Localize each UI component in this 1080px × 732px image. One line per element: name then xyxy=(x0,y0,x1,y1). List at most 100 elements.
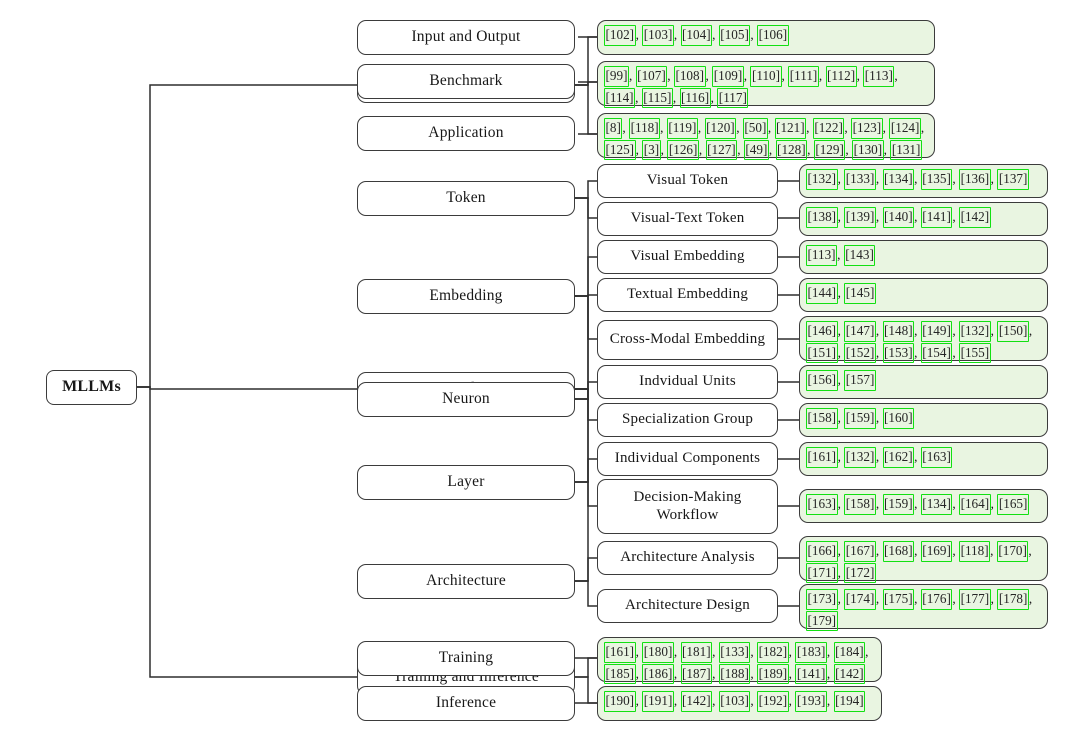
citation-ref[interactable]: [150] xyxy=(997,321,1029,342)
citation-ref[interactable]: [8] xyxy=(604,118,623,139)
citation-ref[interactable]: [156] xyxy=(806,370,838,391)
node-textual-embedding[interactable]: Textual Embedding xyxy=(597,278,778,312)
citation-ref[interactable]: [102] xyxy=(604,25,636,46)
node-architecture-analysis[interactable]: Architecture Analysis xyxy=(597,541,778,575)
citation-ref[interactable]: [130] xyxy=(852,139,884,161)
citation-ref[interactable]: [188] xyxy=(718,663,751,685)
node-layer[interactable]: Layer xyxy=(357,465,575,500)
citation-ref[interactable]: [168] xyxy=(882,541,915,562)
citation-ref[interactable]: [171] xyxy=(806,562,838,584)
citation-ref[interactable]: [142] xyxy=(680,691,713,712)
citations-architecture-design[interactable]: [173], [174], [175], [176], [177], [178], [179… xyxy=(799,584,1048,632)
citation-ref[interactable]: [145] xyxy=(844,283,876,304)
citation-ref[interactable]: [155] xyxy=(959,342,991,364)
citations-visual-text-token[interactable]: [138], [139], [140], [141], [142] xyxy=(799,202,1048,236)
citation-ref[interactable]: [165] xyxy=(997,494,1029,515)
citation-ref[interactable]: [139] xyxy=(844,207,876,228)
citation-ref[interactable]: [137] xyxy=(997,169,1029,190)
citation-ref[interactable]: [185] xyxy=(604,663,636,685)
citation-ref[interactable]: [132] xyxy=(844,447,876,468)
citation-ref[interactable]: [152] xyxy=(844,342,876,364)
citation-ref[interactable]: [158] xyxy=(844,494,876,515)
citation-ref[interactable]: [157] xyxy=(844,370,876,391)
node-visual-embedding[interactable]: Visual Embedding xyxy=(597,240,778,274)
citation-ref[interactable]: [153] xyxy=(882,342,915,364)
node-specialization-group[interactable]: Specialization Group xyxy=(597,403,778,437)
citation-ref[interactable]: [163] xyxy=(920,447,953,468)
citation-ref[interactable]: [178] xyxy=(997,589,1029,610)
node-individual-components[interactable]: Individual Components xyxy=(597,442,778,476)
citation-ref[interactable]: [103] xyxy=(718,691,751,712)
citations-specialization-group[interactable]: [158], [159], [160] xyxy=(799,403,1048,437)
citation-ref[interactable]: [133] xyxy=(718,642,751,663)
citation-ref[interactable]: [124] xyxy=(889,118,921,139)
citation-ref[interactable]: [179] xyxy=(806,610,838,632)
citations-architecture-analysis[interactable]: [166], [167], [168], [169], [118], [170], [171… xyxy=(799,536,1048,584)
citation-ref[interactable]: [149] xyxy=(920,321,953,342)
citation-ref[interactable]: [134] xyxy=(882,169,915,190)
node-application[interactable]: Application xyxy=(357,116,575,151)
citations-inference[interactable]: [190], [191], [142], [103], [192], [193], [194… xyxy=(597,686,882,721)
citation-ref[interactable]: [162] xyxy=(882,447,915,468)
citation-ref[interactable]: [132] xyxy=(806,169,838,190)
citation-ref[interactable]: [142] xyxy=(833,663,866,685)
citation-ref[interactable]: [167] xyxy=(844,541,876,562)
citations-visual-embedding[interactable]: [113], [143] xyxy=(799,240,1048,274)
node-decision-making-workflow[interactable]: Decision-Making Workflow xyxy=(597,479,778,534)
node-architecture[interactable]: Architecture xyxy=(357,564,575,599)
node-visual-text-token[interactable]: Visual-Text Token xyxy=(597,202,778,236)
citations-visual-token[interactable]: [132], [133], [134], [135], [136], [137] xyxy=(799,164,1048,198)
citation-ref[interactable]: [177] xyxy=(959,589,991,610)
citation-ref[interactable]: [3] xyxy=(642,139,661,161)
citations-cross-modal-embedding[interactable]: [146], [147], [148], [149], [132], [150], [151… xyxy=(799,316,1048,364)
citations-application[interactable]: [8], [118], [119], [120], [50], [121], [122],[… xyxy=(597,113,935,161)
citation-ref[interactable]: [173] xyxy=(806,589,838,610)
citation-ref[interactable]: [115] xyxy=(641,87,673,109)
citation-ref[interactable]: [143] xyxy=(843,245,876,266)
citation-ref[interactable]: [193] xyxy=(795,691,827,712)
node-input-and-output[interactable]: Input and Output xyxy=(357,20,575,55)
citation-ref[interactable]: [172] xyxy=(844,562,876,584)
citation-ref[interactable]: [121] xyxy=(774,118,807,139)
citations-individual-components[interactable]: [161], [132], [162], [163] xyxy=(799,442,1048,476)
citation-ref[interactable]: [161] xyxy=(806,447,838,468)
citation-ref[interactable]: [113] xyxy=(863,66,895,87)
citation-ref[interactable]: [176] xyxy=(920,589,953,610)
citation-ref[interactable]: [169] xyxy=(920,541,953,562)
citation-ref[interactable]: [140] xyxy=(882,207,915,228)
citation-ref[interactable]: [182] xyxy=(757,642,789,663)
citation-ref[interactable]: [147] xyxy=(844,321,876,342)
citation-ref[interactable]: [99] xyxy=(604,66,629,87)
citation-ref[interactable]: [194] xyxy=(833,691,866,712)
citation-ref[interactable]: [183] xyxy=(795,642,827,663)
citation-ref[interactable]: [158] xyxy=(806,408,838,429)
citation-ref[interactable]: [181] xyxy=(680,642,713,663)
citation-ref[interactable]: [127] xyxy=(705,139,738,161)
citation-ref[interactable]: [174] xyxy=(844,589,876,610)
citation-ref[interactable]: [159] xyxy=(844,408,876,429)
citation-ref[interactable]: [104] xyxy=(680,25,713,46)
citations-benchmark[interactable]: [99], [107], [108], [109], [110], [111], [112]… xyxy=(597,61,935,109)
node-embedding[interactable]: Embedding xyxy=(357,279,575,314)
citation-ref[interactable]: [136] xyxy=(959,169,991,190)
node-visual-token[interactable]: Visual Token xyxy=(597,164,778,198)
citation-ref[interactable]: [186] xyxy=(642,663,674,685)
citation-ref[interactable]: [192] xyxy=(757,691,789,712)
citation-ref[interactable]: [187] xyxy=(680,663,713,685)
citation-ref[interactable]: [138] xyxy=(806,207,838,228)
citation-ref[interactable]: [151] xyxy=(806,342,838,364)
citation-ref[interactable]: [125] xyxy=(604,139,636,161)
citation-ref[interactable]: [189] xyxy=(757,663,789,685)
citation-ref[interactable]: [50] xyxy=(742,118,768,139)
citation-ref[interactable]: [170] xyxy=(996,541,1029,562)
citation-ref[interactable]: [110] xyxy=(750,66,782,87)
citation-ref[interactable]: [164] xyxy=(959,494,991,515)
node-benchmark[interactable]: Benchmark xyxy=(357,64,575,99)
citation-ref[interactable]: [129] xyxy=(813,139,846,161)
citation-ref[interactable]: [108] xyxy=(673,66,706,87)
citation-ref[interactable]: [146] xyxy=(806,321,838,342)
citation-ref[interactable]: [105] xyxy=(718,25,751,46)
citation-ref[interactable]: [135] xyxy=(920,169,953,190)
citation-ref[interactable]: [191] xyxy=(642,691,674,712)
node-root-mllms[interactable]: MLLMs xyxy=(46,370,137,405)
